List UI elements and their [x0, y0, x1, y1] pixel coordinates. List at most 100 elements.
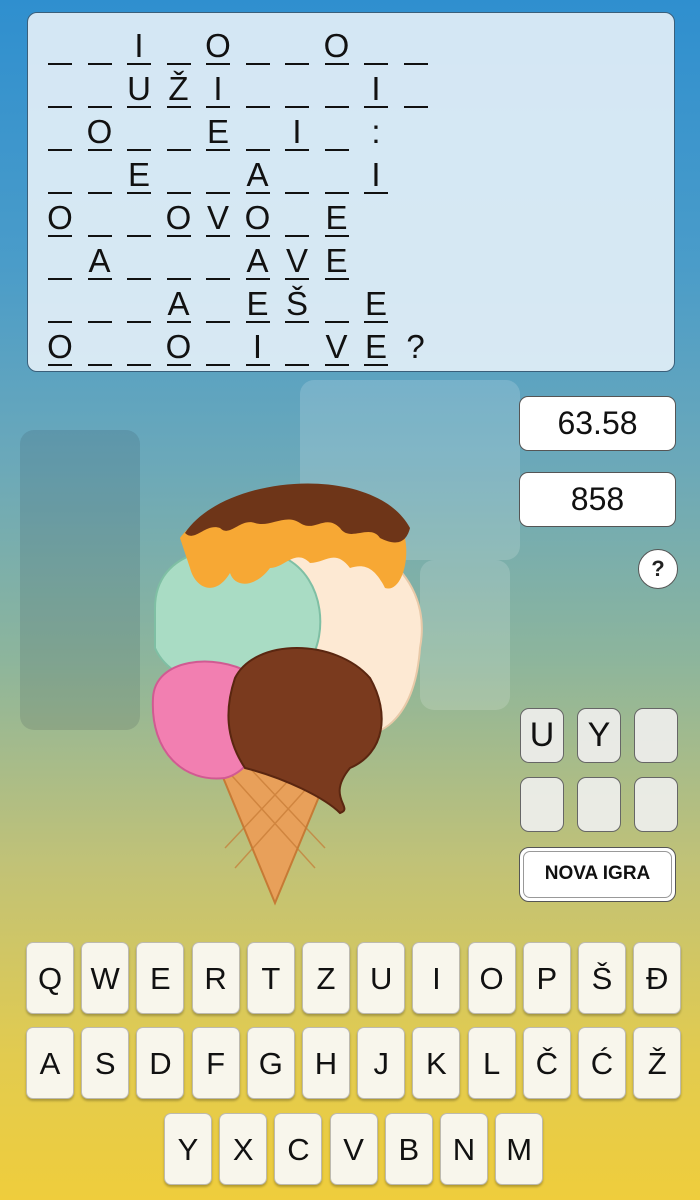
key-q[interactable]: Q	[26, 942, 74, 1014]
puzzle-letter: V	[202, 199, 234, 237]
puzzle-blank	[281, 199, 313, 237]
key-w[interactable]: W	[81, 942, 130, 1014]
puzzle-blank	[281, 328, 313, 366]
key-i[interactable]: I	[412, 942, 461, 1014]
puzzle-letter: :	[371, 113, 381, 150]
puzzle-letter: Š	[281, 285, 313, 323]
puzzle-blank	[44, 285, 76, 323]
puzzle-letter: E	[321, 242, 353, 280]
puzzle-blank	[202, 242, 234, 280]
key-h[interactable]: H	[302, 1027, 350, 1099]
key-c[interactable]: C	[274, 1113, 323, 1185]
key-ž[interactable]: Ž	[633, 1027, 682, 1099]
key-l[interactable]: L	[467, 1027, 516, 1099]
puzzle-blank	[242, 27, 274, 65]
puzzle-letter: U	[123, 70, 155, 108]
puzzle-blank	[400, 70, 432, 108]
key-d[interactable]: D	[136, 1027, 185, 1099]
key-č[interactable]: Č	[522, 1027, 571, 1099]
puzzle-blank	[84, 285, 116, 323]
puzzle-letter: O	[202, 27, 234, 65]
key-k[interactable]: K	[412, 1027, 461, 1099]
puzzle-blank	[84, 156, 116, 194]
key-a[interactable]: A	[26, 1027, 74, 1099]
key-j[interactable]: J	[357, 1027, 406, 1099]
key-u[interactable]: U	[357, 942, 406, 1014]
key-s[interactable]: S	[81, 1027, 130, 1099]
key-r[interactable]: R	[191, 942, 240, 1014]
key-p[interactable]: P	[522, 942, 571, 1014]
key-š[interactable]: Š	[578, 942, 626, 1014]
puzzle-letter: A	[84, 242, 116, 280]
puzzle-blank	[84, 328, 116, 366]
puzzle-blank	[123, 113, 155, 151]
puzzle-letter: I	[242, 328, 274, 366]
puzzle-blank	[281, 27, 313, 65]
puzzle-letter: V	[321, 328, 353, 366]
key-m[interactable]: M	[495, 1113, 544, 1185]
puzzle-blank	[281, 156, 313, 194]
key-n[interactable]: N	[440, 1113, 488, 1185]
answer-slot-3[interactable]	[634, 708, 678, 763]
points-display: 858	[519, 472, 676, 527]
puzzle-letter: V	[281, 242, 313, 280]
puzzle-blank	[123, 285, 155, 323]
puzzle-blank	[44, 113, 76, 151]
key-o[interactable]: O	[467, 942, 516, 1014]
puzzle-letter: E	[242, 285, 274, 323]
puzzle-blank	[84, 70, 116, 108]
puzzle-letter: O	[321, 27, 353, 65]
puzzle-blank	[123, 199, 155, 237]
puzzle-letter: O	[242, 199, 274, 237]
key-đ[interactable]: Đ	[633, 942, 682, 1014]
puzzle-letter: O	[44, 199, 76, 237]
puzzle-blank	[281, 70, 313, 108]
key-e[interactable]: E	[136, 942, 185, 1014]
puzzle-blank	[400, 27, 432, 65]
puzzle-letter: O	[163, 328, 195, 366]
puzzle-blank	[163, 156, 195, 194]
puzzle-letter: I	[360, 70, 392, 108]
puzzle-blank	[84, 27, 116, 65]
answer-slot-5[interactable]	[577, 777, 621, 832]
ice-cream-image	[151, 483, 423, 906]
puzzle-blank	[321, 70, 353, 108]
puzzle-blank	[202, 328, 234, 366]
background-blur-2	[20, 430, 140, 730]
puzzle-blank	[44, 156, 76, 194]
puzzle-letter: E	[360, 285, 392, 323]
new-game-button[interactable]: NOVA IGRA	[519, 847, 676, 902]
key-ć[interactable]: Ć	[578, 1027, 626, 1099]
puzzle-letter: E	[123, 156, 155, 194]
answer-slot-1[interactable]: U	[520, 708, 564, 763]
key-y[interactable]: Y	[164, 1113, 212, 1185]
puzzle-letter: I	[123, 27, 155, 65]
puzzle-letter: E	[360, 328, 392, 366]
puzzle-letter: A	[163, 285, 195, 323]
puzzle-letter: O	[163, 199, 195, 237]
puzzle-blank	[163, 27, 195, 65]
puzzle-letter: E	[202, 113, 234, 151]
puzzle-blank	[321, 156, 353, 194]
puzzle-letter: O	[44, 328, 76, 366]
puzzle-blank	[202, 285, 234, 323]
key-v[interactable]: V	[329, 1113, 378, 1185]
key-b[interactable]: B	[384, 1113, 433, 1185]
answer-slot-6[interactable]	[634, 777, 678, 832]
key-t[interactable]: T	[246, 942, 295, 1014]
key-g[interactable]: G	[246, 1027, 295, 1099]
puzzle-blank	[84, 199, 116, 237]
puzzle-blank	[44, 242, 76, 280]
puzzle-blank	[321, 285, 353, 323]
puzzle-blank	[360, 27, 392, 65]
puzzle-letter: I	[360, 156, 392, 194]
puzzle-blank	[44, 27, 76, 65]
key-z[interactable]: Z	[302, 942, 350, 1014]
answer-slot-4[interactable]	[520, 777, 564, 832]
key-x[interactable]: X	[219, 1113, 268, 1185]
puzzle-letter: I	[202, 70, 234, 108]
help-button[interactable]: ?	[638, 549, 678, 589]
answer-slot-2[interactable]: Y	[577, 708, 621, 763]
puzzle-letter: A	[242, 156, 274, 194]
key-f[interactable]: F	[191, 1027, 240, 1099]
